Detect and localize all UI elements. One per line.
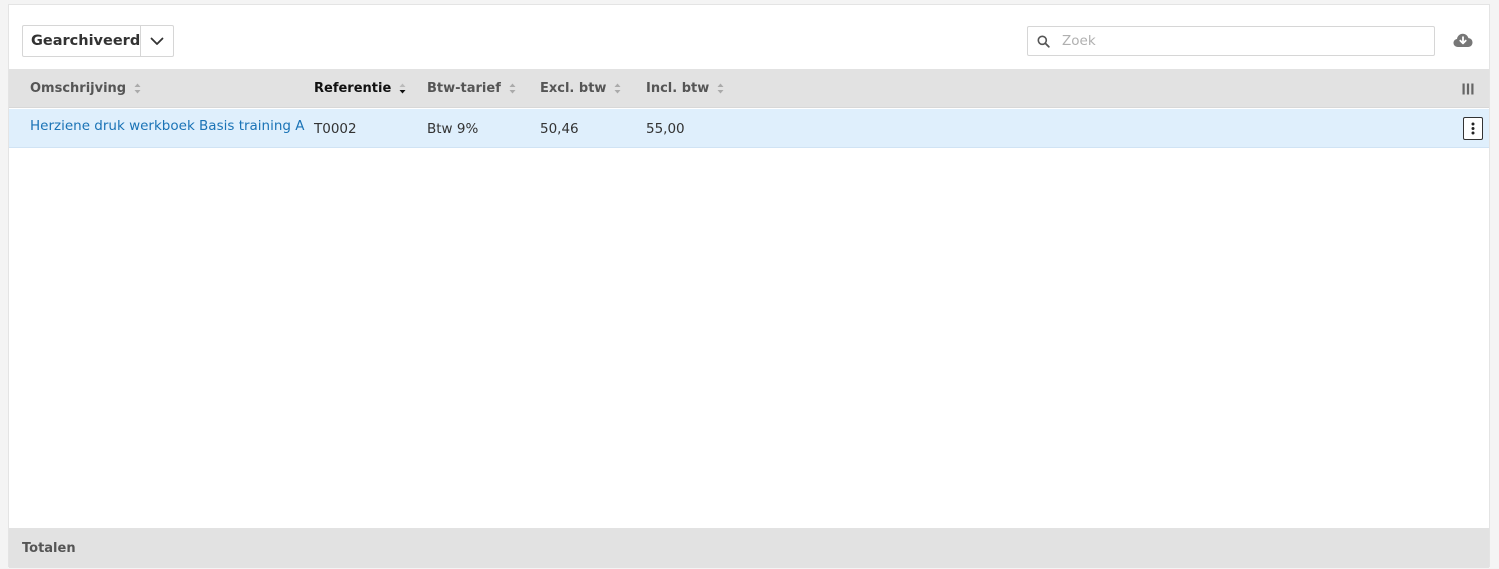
row-actions-button[interactable] <box>1463 117 1483 140</box>
column-label: Excl. btw <box>540 81 607 96</box>
status-filter-toggle[interactable] <box>140 26 173 56</box>
row-btw-tarief: Btw 9% <box>427 120 479 137</box>
sort-both-icon <box>134 83 141 94</box>
totals-label: Totalen <box>22 540 76 556</box>
sort-both-icon <box>509 83 516 94</box>
row-omschrijving-link[interactable]: Herziene druk werkboek Basis training A <box>30 106 305 145</box>
sort-desc-icon <box>399 83 406 94</box>
cloud-download-icon <box>1453 33 1473 47</box>
status-filter-label: Gearchiveerd <box>31 33 141 49</box>
sort-both-icon <box>614 83 621 94</box>
column-label: Incl. btw <box>646 81 710 96</box>
table-header: Omschrijving Referentie Btw-tarief Excl.… <box>9 69 1489 108</box>
column-label: Referentie <box>314 81 392 96</box>
totals-footer: Totalen <box>9 528 1489 568</box>
archived-items-panel: Gearchiveerd Zoek Omschrijving Referenti… <box>8 4 1490 568</box>
sort-both-icon <box>717 83 724 94</box>
column-header-btw-tarief[interactable]: Btw-tarief <box>427 69 516 108</box>
search-icon <box>1028 35 1058 48</box>
column-header-excl-btw[interactable]: Excl. btw <box>540 69 621 108</box>
row-referentie: T0002 <box>314 120 357 137</box>
status-filter-select[interactable]: Gearchiveerd <box>22 25 174 57</box>
row-excl-btw: 50,46 <box>540 120 579 137</box>
row-incl-btw: 55,00 <box>646 120 685 137</box>
search-box <box>1027 26 1435 56</box>
column-header-referentie[interactable]: Referentie <box>314 69 406 108</box>
column-header-incl-btw[interactable]: Incl. btw <box>646 69 724 108</box>
toolbar: Gearchiveerd <box>9 5 1489 69</box>
column-label: Omschrijving <box>30 81 127 96</box>
column-header-omschrijving[interactable]: Omschrijving <box>30 69 141 108</box>
search-input[interactable] <box>1058 27 1434 55</box>
column-label: Btw-tarief <box>427 81 501 96</box>
columns-icon <box>1462 83 1474 95</box>
column-settings-button[interactable] <box>1461 82 1475 96</box>
download-button[interactable] <box>1452 29 1474 51</box>
table-row[interactable]: Herziene druk werkboek Basis training A … <box>9 109 1489 148</box>
chevron-down-icon <box>150 37 164 45</box>
more-vertical-icon <box>1471 122 1475 135</box>
